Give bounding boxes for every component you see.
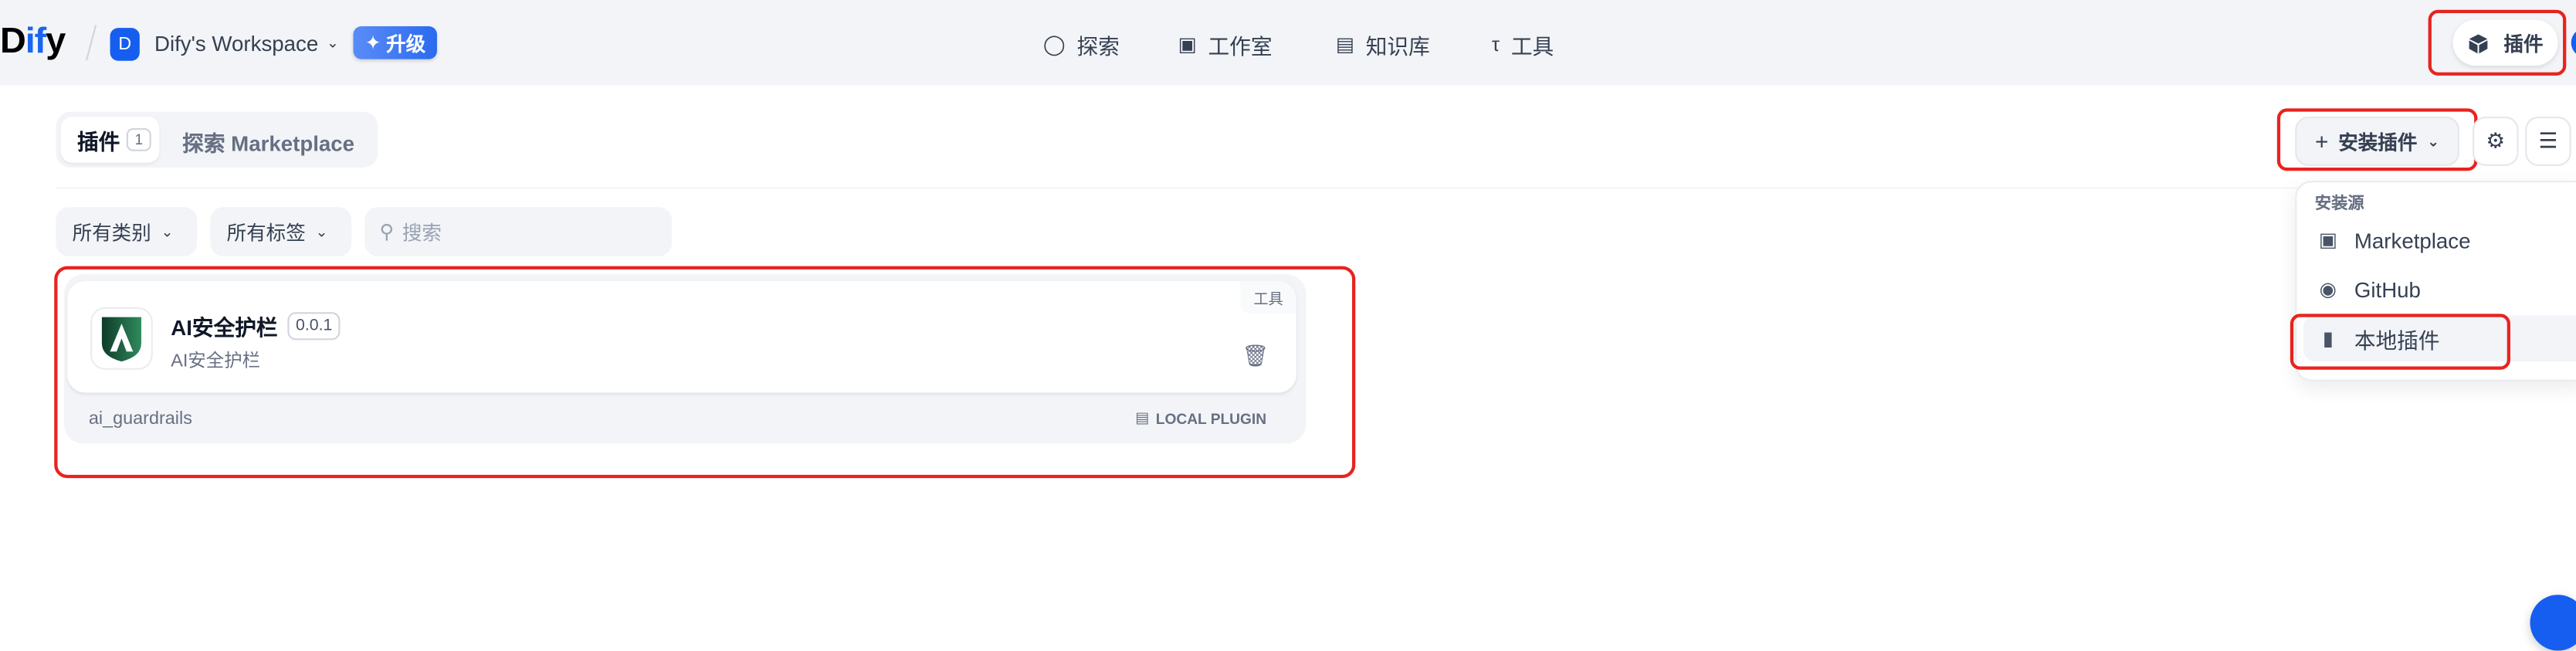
logo-letter: y <box>46 19 66 61</box>
menu-item-github[interactable]: ◉ GitHub <box>2303 266 2576 313</box>
upgrade-label: 升级 <box>386 32 426 56</box>
chat-bubble-button[interactable] <box>2530 595 2576 651</box>
tags-filter[interactable]: 所有标签 ⌄ <box>210 207 352 256</box>
tab-plugins[interactable]: 插件 1 <box>60 117 160 163</box>
chevron-down-icon: ⌄ <box>161 222 174 239</box>
tab-marketplace[interactable]: 探索 Marketplace <box>182 127 354 158</box>
debug-button[interactable]: ⚙ <box>2473 117 2519 166</box>
filter-label: 所有标签 <box>226 221 306 244</box>
logo-letter: if <box>25 19 47 61</box>
nav-label: 知识库 <box>1365 33 1430 59</box>
menu-item-label: Marketplace <box>2354 227 2471 253</box>
count-badge: 1 <box>126 127 151 151</box>
menu-item-marketplace[interactable]: ▣ Marketplace <box>2303 217 2576 263</box>
workspace-selector[interactable]: Dify's Workspace ⌄ <box>154 31 339 56</box>
plugin-tabs: 插件 1 探索 Marketplace <box>56 111 378 168</box>
nav-label: 探索 <box>1076 33 1120 59</box>
filter-label: 所有类别 <box>72 221 151 244</box>
dify-logo[interactable]: Dify <box>0 19 66 63</box>
upgrade-button[interactable]: ✦ 升级 <box>353 26 438 59</box>
hammer-icon: τ <box>1491 32 1500 56</box>
highlight-box <box>2276 108 2478 171</box>
workspace-avatar[interactable]: D <box>110 28 140 61</box>
nav-studio[interactable]: ▣ 工作室 <box>1178 28 1272 61</box>
nav-explore[interactable]: ◯ 探索 <box>1043 28 1120 61</box>
search-placeholder: 搜索 <box>402 221 442 244</box>
sparkle-icon: ✦ <box>364 31 381 55</box>
chevron-down-icon: ⌄ <box>326 34 339 51</box>
bug-icon: ⚙ <box>2486 127 2506 153</box>
github-icon: ◉ <box>2319 277 2337 301</box>
divider <box>85 25 97 61</box>
highlight-box <box>54 266 1356 479</box>
explore-icon: ◯ <box>1043 32 1066 56</box>
app: Dify D Dify's Workspace ⌄ ✦ 升级 ◯ 探索 ▣ 工作室 ▤ 知… <box>0 0 2576 651</box>
user-avatar[interactable] <box>2571 28 2576 58</box>
tab-label: 插件 <box>76 129 120 154</box>
book-icon: ▤ <box>1335 32 1354 56</box>
menu-item-label: GitHub <box>2354 276 2421 302</box>
category-filter[interactable]: 所有类别 ⌄ <box>56 207 198 256</box>
nav-knowledge[interactable]: ▤ 知识库 <box>1336 28 1430 61</box>
robot-icon: ▣ <box>1178 32 1197 56</box>
sliders-icon: ☰ <box>2538 127 2558 153</box>
highlight-box <box>2290 314 2510 370</box>
menu-label: 安装源 <box>2314 195 2364 214</box>
nav-label: 工具 <box>1510 33 1554 59</box>
logo-letter: D <box>0 19 26 61</box>
highlight-box <box>2428 9 2567 76</box>
top-header: Dify D Dify's Workspace ⌄ ✦ 升级 ◯ 探索 ▣ 工作室 ▤ 知… <box>0 0 2576 86</box>
marketplace-icon: ▣ <box>2318 228 2337 252</box>
nav-label: 工作室 <box>1208 33 1273 59</box>
divider <box>56 187 2576 189</box>
nav-tools[interactable]: τ 工具 <box>1492 28 1554 61</box>
search-input[interactable]: ⚲ 搜索 <box>364 207 673 256</box>
chevron-down-icon: ⌄ <box>315 222 328 239</box>
settings-button[interactable]: ☰ <box>2525 117 2571 166</box>
search-icon: ⚲ <box>379 220 395 243</box>
workspace-name: Dify's Workspace <box>154 31 319 56</box>
